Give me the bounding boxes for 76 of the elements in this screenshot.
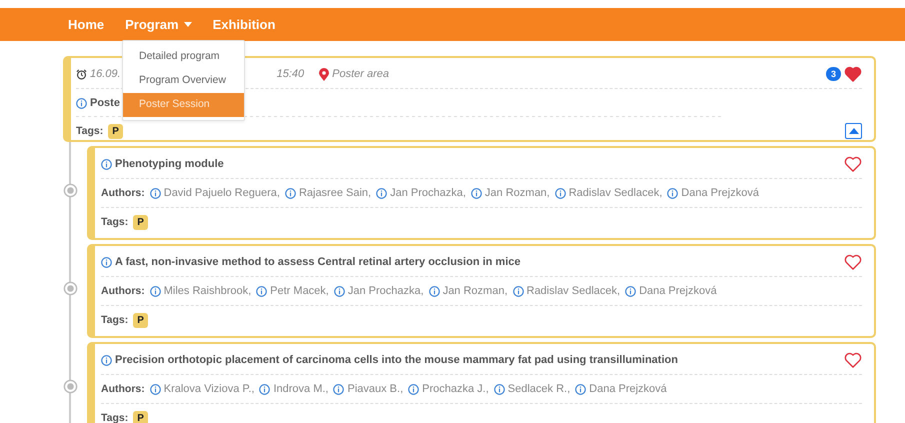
paper-title[interactable]: A fast, non-invasive method to assess Central retinal artery occlusion in mice (115, 256, 520, 268)
info-icon[interactable] (150, 286, 161, 296)
author-name[interactable]: Dana Prejzková (589, 383, 667, 395)
session-location: Poster area (332, 68, 389, 80)
authors-label: Authors: (101, 383, 145, 395)
info-icon[interactable] (150, 384, 161, 394)
info-icon[interactable] (575, 384, 586, 394)
collapse-button[interactable] (845, 123, 862, 139)
session-title: Poste (90, 97, 120, 109)
timeline-node (63, 281, 78, 296)
heart-icon[interactable] (844, 156, 862, 172)
heart-icon[interactable] (844, 66, 862, 82)
alarm-clock-icon (76, 68, 87, 80)
session-end-time: 15:40 (276, 68, 304, 80)
tag[interactable]: P (108, 124, 123, 138)
info-icon[interactable] (625, 286, 636, 296)
author-name[interactable]: Piavaux B., (347, 383, 404, 395)
info-icon[interactable] (512, 286, 524, 296)
nav-link[interactable]: Home (68, 17, 104, 32)
author-name[interactable]: Kralova Viziova P., (164, 383, 254, 395)
map-pin-icon (319, 68, 330, 80)
author-name[interactable]: Jan Rozman, (442, 285, 508, 297)
author-name[interactable]: Dana Prejzková (681, 187, 759, 199)
info-icon[interactable] (101, 158, 112, 170)
timeline-node (63, 183, 78, 198)
tags-label: Tags: (101, 216, 128, 228)
author-name[interactable]: Rajasree Sain, (298, 187, 372, 199)
author-name[interactable]: Dana Prejzková (639, 285, 717, 297)
tag[interactable]: P (133, 410, 148, 423)
info-icon[interactable] (494, 384, 505, 394)
info-icon[interactable] (333, 384, 344, 394)
menu-item[interactable]: Detailed program (123, 45, 244, 69)
authors-label: Authors: (101, 187, 145, 199)
info-icon[interactable] (76, 98, 87, 108)
info-icon[interactable] (101, 256, 112, 268)
author-name[interactable]: Petr Macek, (270, 285, 329, 297)
author-name[interactable]: Jan Prochazka, (348, 285, 424, 297)
info-icon[interactable] (408, 384, 420, 394)
tags-label: Tags: (101, 412, 128, 423)
menu-item[interactable]: Program Overview (123, 69, 244, 93)
author-name[interactable]: Radislav Sedlacek, (526, 285, 620, 297)
author-name[interactable]: Radislav Sedlacek, (568, 187, 662, 199)
info-icon[interactable] (667, 188, 678, 198)
info-icon[interactable] (376, 188, 388, 198)
author-name[interactable]: Prochazka J., (422, 383, 489, 395)
info-icon[interactable] (470, 188, 482, 198)
author-name[interactable]: Indrova M., (273, 383, 328, 395)
info-icon[interactable] (256, 286, 268, 296)
author-name[interactable]: Miles Raishbrook, (164, 285, 252, 297)
info-icon[interactable] (284, 188, 296, 198)
tag[interactable]: P (133, 312, 148, 328)
author-name[interactable]: Sedlacek R., (508, 383, 570, 395)
author-name[interactable]: Jan Rozman, (484, 187, 550, 199)
info-icon[interactable] (150, 188, 161, 198)
author-name[interactable]: Jan Prochazka, (390, 187, 466, 199)
triangle-up-icon (848, 128, 858, 134)
info-icon[interactable] (554, 188, 566, 198)
session-date: 16.09. (90, 68, 121, 80)
info-icon[interactable] (259, 384, 270, 394)
info-icon[interactable] (334, 286, 345, 296)
tag[interactable]: P (133, 214, 148, 230)
author-name[interactable]: David Pajuelo Reguera, (164, 187, 280, 199)
info-icon[interactable] (428, 286, 440, 296)
nav-link[interactable]: Exhibition (212, 17, 276, 32)
timeline-node (63, 379, 78, 394)
heart-icon[interactable] (844, 352, 862, 368)
tags-label: Tags: (76, 125, 104, 137)
nav-link[interactable]: Program (125, 17, 192, 32)
heart-icon[interactable] (844, 254, 862, 270)
menu-item[interactable]: Poster Session (123, 93, 244, 117)
authors-label: Authors: (101, 285, 145, 297)
count-badge: 3 (826, 67, 841, 81)
paper-title[interactable]: Phenotyping module (115, 158, 224, 170)
info-icon[interactable] (101, 354, 112, 366)
tags-label: Tags: (101, 314, 128, 326)
paper-title[interactable]: Precision orthotopic placement of carcinoma cells into the mouse mammary fat pad using transillumination (115, 354, 678, 366)
